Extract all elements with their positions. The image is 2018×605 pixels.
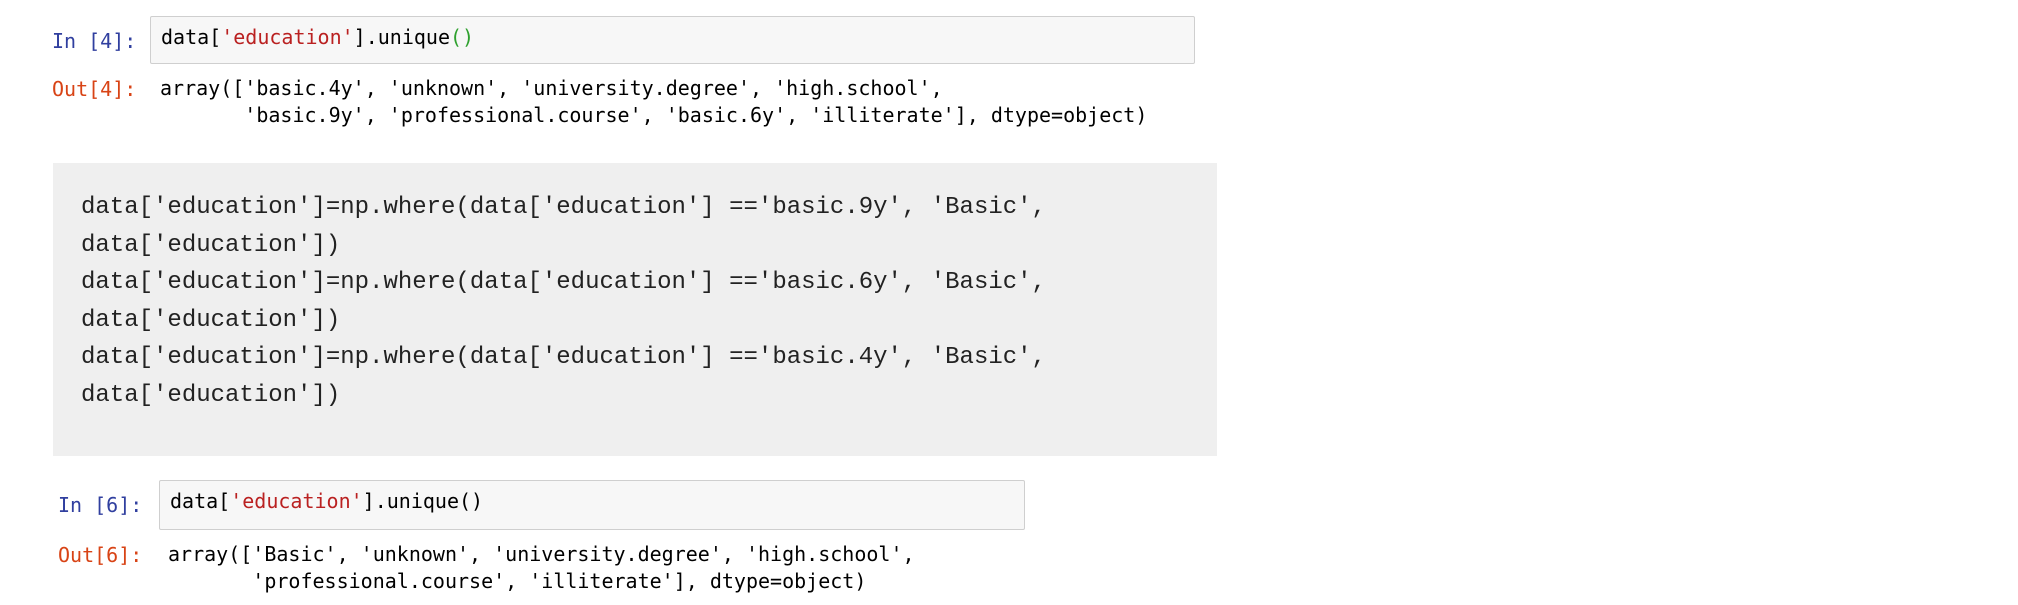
code-token: ].unique() <box>362 489 484 513</box>
output-line: array(['Basic', 'unknown', 'university.d… <box>168 542 915 566</box>
code-input-cell-4[interactable]: data['education'].unique() <box>150 16 1195 64</box>
output-cell-6: array(['Basic', 'unknown', 'university.d… <box>168 541 915 595</box>
code-paren-token: () <box>450 25 475 49</box>
code-line: data['education']) <box>81 306 341 334</box>
code-token: data[ <box>170 489 231 513</box>
code-token: data[ <box>161 25 222 49</box>
code-line: data['education']) <box>81 231 341 259</box>
code-block: data['education']=np.where(data['educati… <box>53 163 1217 456</box>
code-line: data['education']) <box>81 381 341 409</box>
out-prompt-6: Out[6]: <box>58 543 143 567</box>
output-line: 'professional.course', 'illiterate'], dt… <box>168 569 867 593</box>
output-line: array(['basic.4y', 'unknown', 'universit… <box>160 76 943 100</box>
in-prompt-6: In [6]: <box>58 493 143 517</box>
code-line: data['education']=np.where(data['educati… <box>81 194 1046 221</box>
code-line: data['education']=np.where(data['educati… <box>81 269 1046 296</box>
code-string-token: 'education' <box>230 489 363 513</box>
code-line: data['education']=np.where(data['educati… <box>81 344 1046 371</box>
in-prompt-4: In [4]: <box>52 29 137 53</box>
code-string-token: 'education' <box>221 25 354 49</box>
output-cell-4: array(['basic.4y', 'unknown', 'universit… <box>160 75 1147 129</box>
output-line: 'basic.9y', 'professional.course', 'basi… <box>160 103 1148 127</box>
code-input-cell-6[interactable]: data['education'].unique() <box>159 480 1025 530</box>
out-prompt-4: Out[4]: <box>52 77 137 101</box>
code-token: ].unique <box>353 25 450 49</box>
